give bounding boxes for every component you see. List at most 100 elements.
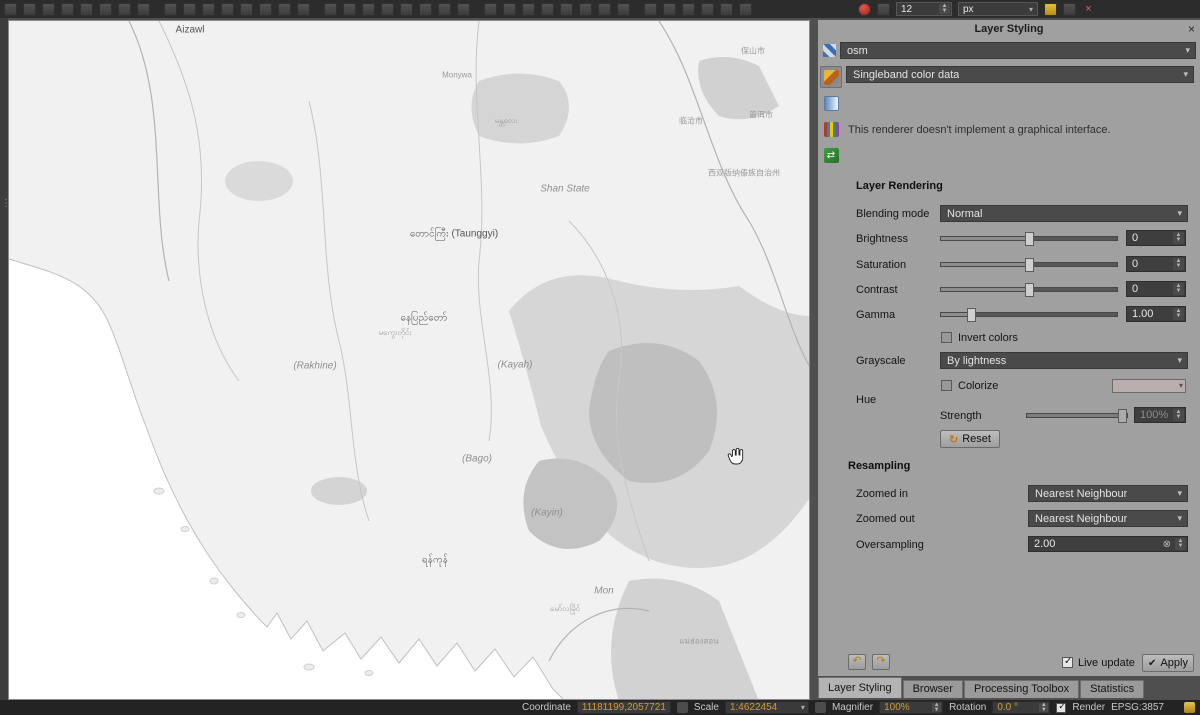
toolbar-icon[interactable] [617, 3, 630, 16]
toolbar-icon[interactable] [240, 3, 253, 16]
reset-button[interactable]: ↻ Reset [940, 430, 1000, 448]
toolbar-icon[interactable] [438, 3, 451, 16]
unit-dropdown[interactable]: px [958, 2, 1038, 16]
toolbar-icon[interactable] [362, 3, 375, 16]
toolbar-icon[interactable] [221, 3, 234, 16]
spinner-arrows-icon[interactable] [1173, 258, 1184, 270]
toolbar-icon[interactable] [400, 3, 413, 16]
collapsed-panel-handle[interactable] [0, 18, 8, 700]
toolbar-icon[interactable] [202, 3, 215, 16]
spinner-arrows-icon[interactable] [1173, 232, 1184, 244]
spinner-arrows-icon[interactable] [1173, 308, 1184, 320]
live-update-checkbox[interactable] [1062, 657, 1073, 668]
tab-statistics[interactable]: Statistics [1080, 680, 1144, 698]
toolbar-icon[interactable] [61, 3, 74, 16]
spinner-arrows-icon[interactable] [1039, 703, 1048, 712]
style-redo-button[interactable]: ↷ [872, 654, 890, 670]
toolbar-icon[interactable] [419, 3, 432, 16]
toolbar-icon[interactable] [259, 3, 272, 16]
brightness-spinbox[interactable]: 0 [1126, 230, 1186, 246]
spinner-arrows-icon[interactable] [1173, 283, 1184, 295]
transparency-tab[interactable] [820, 92, 842, 114]
invert-colors-checkbox[interactable] [941, 332, 952, 343]
toolbar-icon[interactable] [579, 3, 592, 16]
layer-selector[interactable]: osm [840, 42, 1196, 59]
toolbar-icon[interactable] [23, 3, 36, 16]
renderer-dropdown[interactable]: Singleband color data [846, 66, 1194, 83]
toolbar-icon[interactable] [99, 3, 112, 16]
gamma-spinbox[interactable]: 1.00 [1126, 306, 1186, 322]
blending-mode-dropdown[interactable]: Normal [940, 205, 1188, 222]
toolbar-icon[interactable] [297, 3, 310, 16]
toolbar-icon[interactable] [682, 3, 695, 16]
toolbar-icon[interactable] [644, 3, 657, 16]
strength-slider[interactable] [1026, 407, 1128, 423]
apply-button[interactable]: ✔ Apply [1142, 654, 1194, 672]
toolbar-icon[interactable] [4, 3, 17, 16]
toolbar-icon[interactable] [541, 3, 554, 16]
toolbar-icon[interactable] [118, 3, 131, 16]
toolbar-icon[interactable] [877, 3, 890, 16]
spinner-arrows-icon[interactable] [1173, 409, 1184, 421]
toolbar-icon[interactable] [503, 3, 516, 16]
toolbar-icon[interactable] [1063, 3, 1076, 16]
toolbar-icon[interactable] [663, 3, 676, 16]
font-size-spinbox[interactable]: 12 [896, 2, 952, 16]
toolbar-icon[interactable] [598, 3, 611, 16]
close-toolbar-icon[interactable]: × [1082, 3, 1095, 16]
coordinate-input[interactable]: 11181199,2057721 [577, 701, 671, 714]
tab-processing-toolbox[interactable]: Processing Toolbox [964, 680, 1079, 698]
toolbar-icon[interactable] [80, 3, 93, 16]
extent-lock-icon[interactable] [677, 702, 688, 713]
contrast-slider[interactable] [940, 281, 1118, 297]
style-undo-button[interactable]: ↶ [848, 654, 866, 670]
brightness-slider[interactable] [940, 230, 1118, 246]
toolbar-icon[interactable] [381, 3, 394, 16]
symbology-tab[interactable] [820, 66, 842, 88]
spinner-arrows-icon[interactable] [939, 4, 950, 14]
colorize-color-swatch[interactable] [1112, 379, 1186, 393]
messages-icon[interactable] [1184, 702, 1195, 713]
clear-value-icon[interactable]: ⊗ [1163, 539, 1173, 550]
record-icon[interactable] [858, 3, 871, 16]
toolbar-icon[interactable] [343, 3, 356, 16]
gamma-slider[interactable] [940, 306, 1118, 322]
render-checkbox[interactable] [1056, 703, 1066, 713]
contrast-spinbox[interactable]: 0 [1126, 281, 1186, 297]
toolbar-icon[interactable] [183, 3, 196, 16]
toolbar-icon[interactable] [324, 3, 337, 16]
saturation-spinbox[interactable]: 0 [1126, 256, 1186, 272]
strength-spinbox[interactable]: 100% [1134, 407, 1186, 423]
toolbar-icon[interactable] [701, 3, 714, 16]
toolbar-icon[interactable] [164, 3, 177, 16]
spinner-arrows-icon[interactable] [1175, 538, 1186, 550]
magnifier-lock-icon[interactable] [815, 702, 826, 713]
toolbar-icon[interactable] [457, 3, 470, 16]
zoomed-in-dropdown[interactable]: Nearest Neighbour [1028, 485, 1188, 502]
toolbar-icon[interactable] [522, 3, 535, 16]
filter-icon[interactable] [1044, 3, 1057, 16]
rotation-spinbox[interactable]: 0.0 ° [992, 701, 1050, 714]
tab-browser[interactable]: Browser [903, 680, 963, 698]
spinner-arrows-icon[interactable] [932, 703, 941, 712]
zoomed-out-dropdown[interactable]: Nearest Neighbour [1028, 510, 1188, 527]
grayscale-dropdown[interactable]: By lightness [940, 352, 1188, 369]
toolbar-icon[interactable] [560, 3, 573, 16]
crs-status[interactable]: EPSG:3857 [1111, 702, 1164, 713]
magnifier-spinbox[interactable]: 100% [879, 701, 943, 714]
close-panel-icon[interactable]: × [1188, 21, 1195, 37]
tab-layer-styling[interactable]: Layer Styling [818, 677, 902, 698]
colorize-checkbox[interactable] [941, 380, 952, 391]
toolbar-icon[interactable] [278, 3, 291, 16]
toolbar-icon[interactable] [42, 3, 55, 16]
toolbar-icon[interactable] [720, 3, 733, 16]
scale-dropdown[interactable]: 1:4622454 [725, 701, 809, 714]
history-tab[interactable]: ⇄ [820, 144, 842, 166]
saturation-slider[interactable] [940, 256, 1118, 272]
oversampling-spinbox[interactable]: 2.00 ⊗ [1028, 536, 1188, 552]
toolbar-icon[interactable] [484, 3, 497, 16]
toolbar-icon[interactable] [739, 3, 752, 16]
toolbar-icon[interactable] [137, 3, 150, 16]
map-canvas[interactable]: AizawlMonywa保山市临沧市普洱市西双版纳傣族自治州Shan State… [8, 20, 810, 700]
histogram-tab[interactable] [820, 118, 842, 140]
